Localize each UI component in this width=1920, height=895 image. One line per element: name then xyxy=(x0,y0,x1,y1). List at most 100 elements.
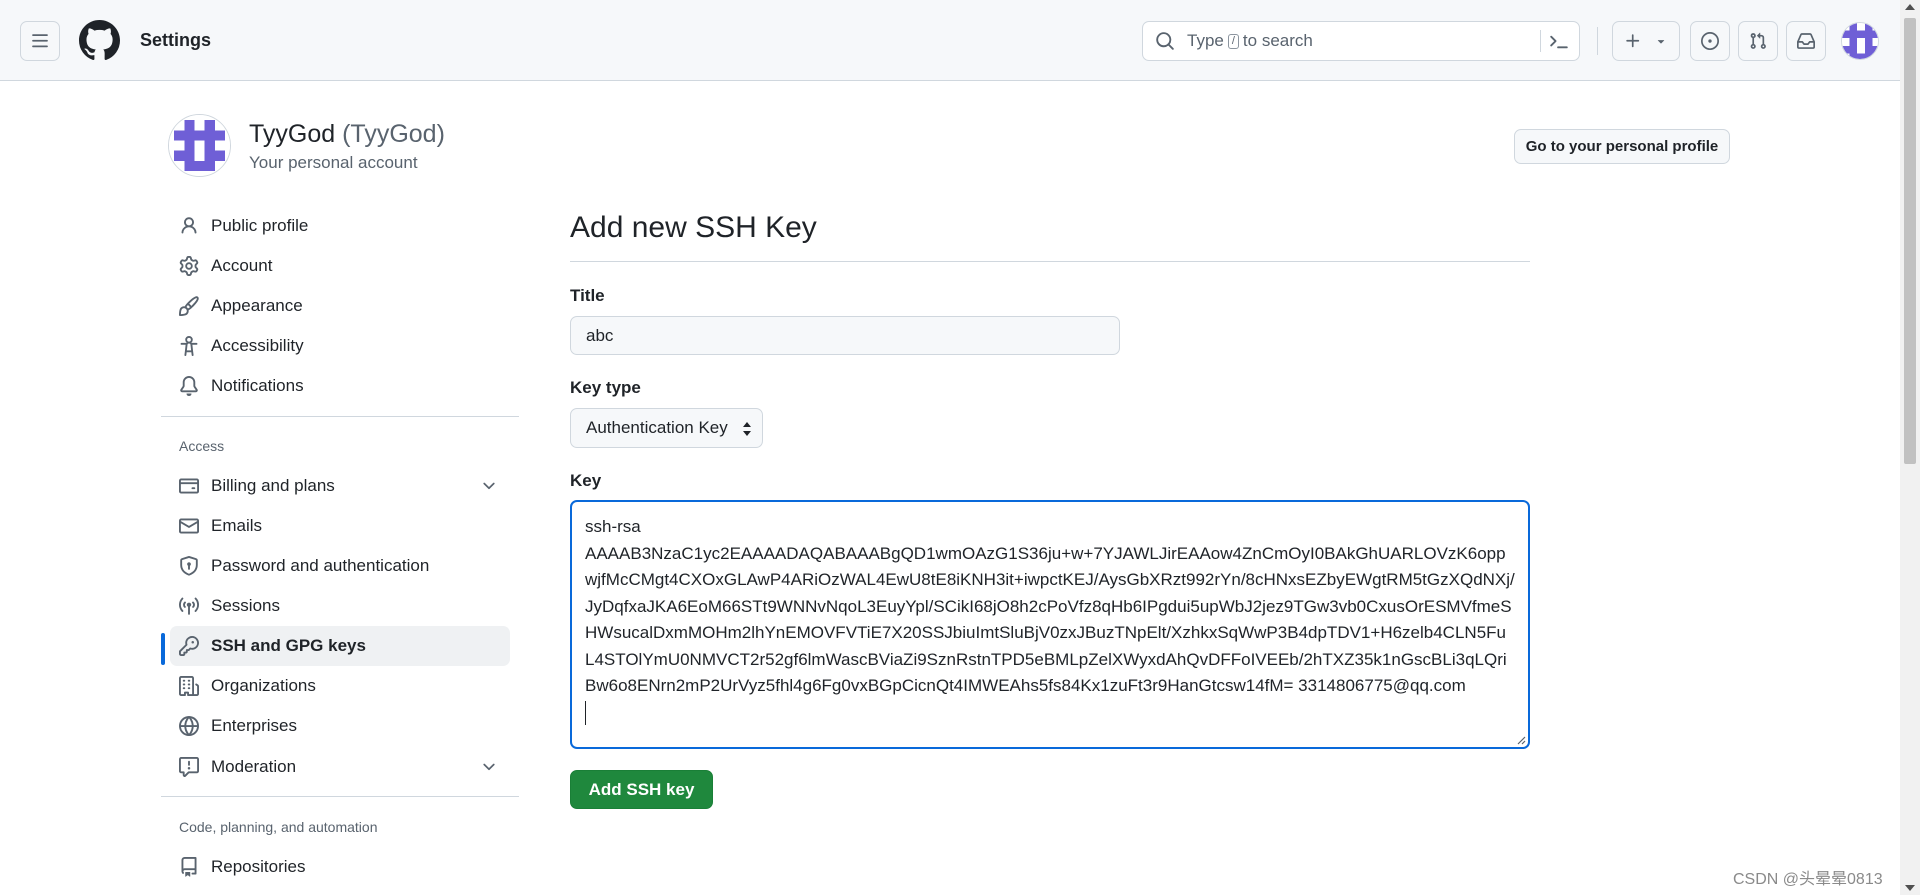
paintbrush-icon xyxy=(179,296,199,316)
search-placeholder-suffix: to search xyxy=(1242,31,1313,50)
search-shortcut-key: / xyxy=(1227,33,1239,49)
sidebar-item-repositories[interactable]: Repositories xyxy=(170,847,510,887)
sidebar-item-billing[interactable]: Billing and plans xyxy=(170,466,510,506)
sidebar-divider xyxy=(161,416,519,417)
go-to-profile-button[interactable]: Go to your personal profile xyxy=(1514,129,1730,164)
search-divider xyxy=(1540,30,1541,52)
credit-card-icon xyxy=(179,476,199,496)
sidebar-section-heading-access: Access xyxy=(179,438,225,454)
sidebar-item-organizations[interactable]: Organizations xyxy=(170,666,510,706)
page-scrollbar[interactable] xyxy=(1900,0,1920,895)
pull-requests-button[interactable] xyxy=(1738,21,1778,61)
sidebar-item-public-profile[interactable]: Public profile xyxy=(170,206,510,246)
search-input[interactable]: Type / to search xyxy=(1142,21,1580,61)
search-icon xyxy=(1156,32,1174,50)
create-new-button[interactable] xyxy=(1612,21,1680,61)
active-indicator xyxy=(161,633,165,665)
sidebar-divider xyxy=(161,796,519,797)
sidebar-item-accessibility[interactable]: Accessibility xyxy=(170,326,510,366)
key-label: Key xyxy=(570,471,602,490)
context-title[interactable]: Settings xyxy=(140,30,211,51)
scroll-up-arrow-icon[interactable] xyxy=(1905,4,1915,10)
chevron-down-icon[interactable] xyxy=(480,477,498,495)
command-palette-icon[interactable] xyxy=(1549,32,1569,52)
menu-button[interactable] xyxy=(20,21,60,61)
sidebar-item-label: Emails xyxy=(211,516,263,535)
profile-avatar[interactable] xyxy=(168,114,231,177)
person-icon xyxy=(179,216,199,236)
sidebar-item-label: Appearance xyxy=(211,296,303,315)
sidebar-item-enterprises[interactable]: Enterprises xyxy=(170,706,510,746)
key-textarea-value: AAAAB3NzaC1yc2EAAAADAQABAAABgQD1wmOAzG1S… xyxy=(585,543,1515,696)
add-ssh-key-button[interactable]: Add SSH key xyxy=(570,770,713,809)
sidebar-item-label: Billing and plans xyxy=(211,476,335,495)
identicon-avatar-icon xyxy=(169,115,230,176)
organization-icon xyxy=(179,676,199,696)
key-textarea[interactable]: ssh-rsa AAAAB3NzaC1yc2EAAAADAQABAAABgQD1… xyxy=(570,500,1530,749)
sidebar-item-sessions[interactable]: Sessions xyxy=(170,586,510,626)
title-divider xyxy=(570,261,1530,262)
sidebar-item-label: Account xyxy=(211,256,273,275)
sidebar-item-label: Notifications xyxy=(211,376,304,395)
repo-icon xyxy=(179,857,199,877)
sidebar-item-emails[interactable]: Emails xyxy=(170,506,510,546)
sidebar-item-appearance[interactable]: Appearance xyxy=(170,286,510,326)
account-subtitle: Your personal account xyxy=(249,153,418,172)
sidebar-item-label: Moderation xyxy=(211,757,297,776)
sidebar-item-label: Sessions xyxy=(211,596,280,615)
sidebar-item-password-auth[interactable]: Password and authentication xyxy=(170,546,510,586)
title-label: Title xyxy=(570,286,605,305)
sidebar-item-label: SSH and GPG keys xyxy=(211,636,366,655)
sidebar-item-label: Repositories xyxy=(211,857,306,876)
sidebar-item-label: Enterprises xyxy=(211,716,297,735)
global-header: Settings Type / to search xyxy=(0,0,1900,81)
report-icon xyxy=(179,757,199,777)
github-logo-icon[interactable] xyxy=(79,20,120,61)
sidebar-item-moderation[interactable]: Moderation xyxy=(170,747,510,787)
title-input[interactable] xyxy=(570,316,1120,355)
key-textarea-line-1: ssh-rsa xyxy=(585,517,641,536)
key-icon xyxy=(179,636,199,656)
inbox-icon xyxy=(1797,33,1815,49)
issues-button[interactable] xyxy=(1690,21,1730,61)
accessibility-icon xyxy=(179,336,199,356)
sidebar-section-heading-code: Code, planning, and automation xyxy=(179,819,378,835)
globe-icon xyxy=(179,716,199,736)
login-name: (TyyGod) xyxy=(342,120,445,148)
gear-icon xyxy=(179,256,199,276)
header-divider xyxy=(1597,27,1598,55)
sidebar-item-label: Organizations xyxy=(211,676,316,695)
mail-icon xyxy=(179,516,199,536)
search-placeholder-prefix: Type xyxy=(1187,31,1224,50)
watermark-text: CSDN @头晕晕0813 xyxy=(1733,871,1883,888)
bell-icon xyxy=(179,376,199,396)
sidebar-item-label: Public profile xyxy=(211,216,309,235)
hamburger-icon xyxy=(32,34,48,48)
triangle-down-icon xyxy=(1657,40,1665,44)
sidebar-item-ssh-gpg-keys[interactable]: SSH and GPG keys xyxy=(170,626,510,666)
key-type-label: Key type xyxy=(570,378,641,397)
broadcast-icon xyxy=(179,596,199,616)
sidebar-item-notifications[interactable]: Notifications xyxy=(170,366,510,406)
chevron-down-icon[interactable] xyxy=(480,758,498,776)
identicon-avatar-icon xyxy=(1842,23,1878,59)
display-name: TyyGod xyxy=(249,120,336,148)
resize-handle-icon[interactable] xyxy=(1516,735,1526,745)
text-cursor xyxy=(585,700,1515,727)
inbox-button[interactable] xyxy=(1786,21,1826,61)
user-avatar[interactable] xyxy=(1841,22,1879,60)
sidebar-item-label: Accessibility xyxy=(211,336,304,355)
select-arrows-icon xyxy=(743,422,751,436)
key-type-select[interactable]: Authentication Key xyxy=(570,408,763,448)
issue-opened-icon xyxy=(1701,32,1719,50)
page-title: Add new SSH Key xyxy=(570,211,817,244)
sidebar-item-label: Password and authentication xyxy=(211,556,430,575)
shield-lock-icon xyxy=(179,556,199,576)
sidebar-item-account[interactable]: Account xyxy=(170,246,510,286)
account-name[interactable]: TyyGod (TyyGod) xyxy=(249,120,445,149)
key-type-value: Authentication Key xyxy=(586,418,728,437)
scroll-down-arrow-icon[interactable] xyxy=(1905,885,1915,891)
plus-icon xyxy=(1626,34,1640,48)
scroll-thumb[interactable] xyxy=(1904,18,1916,464)
git-pull-request-icon xyxy=(1750,32,1766,49)
